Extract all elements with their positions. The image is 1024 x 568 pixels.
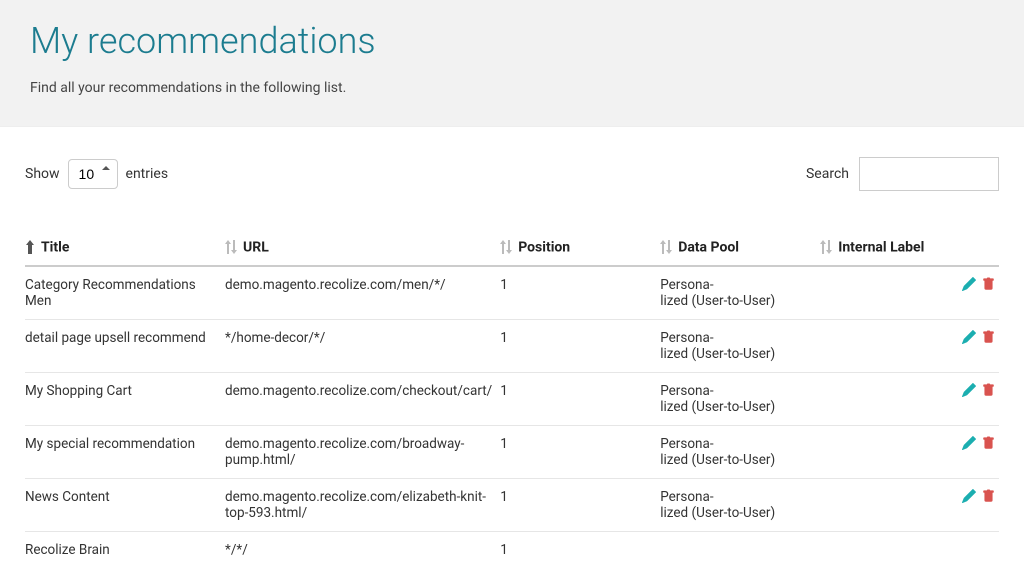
cell-position: 1 [500,479,660,532]
cell-title: My Shopping Cart [25,373,225,426]
search-input[interactable] [859,157,999,191]
entries-label: entries [126,166,169,182]
column-header-internal-label[interactable]: Internal Label [820,231,949,266]
column-header-position[interactable]: Position [500,231,660,266]
cell-url: */home-decor/*/ [225,320,500,373]
cell-title: detail page upsell recommend [25,320,225,373]
cell-internal-label [820,373,949,426]
cell-title: News Content [25,479,225,532]
sort-icon [225,240,237,254]
delete-icon[interactable] [982,436,995,454]
sort-asc-icon [25,240,35,254]
column-header-actions [949,231,999,266]
cell-data-pool: Persona- lized (User-to-User) [660,320,820,373]
sort-icon [820,240,832,254]
edit-icon[interactable] [962,489,976,507]
page-header: My recommendations Find all your recomme… [0,0,1024,127]
column-header-url[interactable]: URL [225,231,500,266]
cell-position: 1 [500,373,660,426]
page-length-control: Show 10 entries [25,159,168,189]
edit-icon[interactable] [962,330,976,348]
show-label: Show [25,166,60,182]
cell-title: My special recommendation [25,426,225,479]
table-row: Category Recommendations Mendemo.magento… [25,266,999,320]
cell-data-pool: Persona- lized (User-to-User) [660,266,820,320]
table-controls: Show 10 entries Search [25,157,999,191]
cell-data-pool [660,532,820,568]
cell-url: demo.magento.recolize.com/checkout/cart/ [225,373,500,426]
search-control: Search [806,157,999,191]
cell-actions [949,373,999,426]
edit-icon[interactable] [962,383,976,401]
column-header-title[interactable]: Title [25,231,225,266]
cell-position: 1 [500,320,660,373]
edit-icon[interactable] [962,277,976,295]
cell-data-pool: Persona- lized (User-to-User) [660,479,820,532]
recommendations-table: Title URL Position Data Pool [25,231,999,568]
cell-position: 1 [500,266,660,320]
cell-position: 1 [500,532,660,568]
cell-position: 1 [500,426,660,479]
delete-icon[interactable] [982,330,995,348]
cell-title: Category Recommendations Men [25,266,225,320]
delete-icon[interactable] [982,489,995,507]
table-row: My Shopping Cartdemo.magento.recolize.co… [25,373,999,426]
cell-internal-label [820,266,949,320]
cell-internal-label [820,479,949,532]
page-length-select[interactable]: 10 [68,159,118,189]
cell-internal-label [820,320,949,373]
cell-internal-label [820,532,949,568]
cell-internal-label [820,426,949,479]
sort-icon [500,240,512,254]
column-header-data-pool[interactable]: Data Pool [660,231,820,266]
cell-actions [949,479,999,532]
table-row: News Contentdemo.magento.recolize.com/el… [25,479,999,532]
cell-actions [949,426,999,479]
cell-url: */*/ [225,532,500,568]
edit-icon[interactable] [962,436,976,454]
cell-actions [949,320,999,373]
page-subtitle: Find all your recommendations in the fol… [30,80,994,96]
table-row: detail page upsell recommend*/home-decor… [25,320,999,373]
cell-actions [949,266,999,320]
cell-data-pool: Persona- lized (User-to-User) [660,373,820,426]
cell-data-pool: Persona- lized (User-to-User) [660,426,820,479]
delete-icon[interactable] [982,383,995,401]
page-title: My recommendations [30,20,994,62]
table-row: My special recommendationdemo.magento.re… [25,426,999,479]
cell-url: demo.magento.recolize.com/broadway-pump.… [225,426,500,479]
cell-title: Recolize Brain [25,532,225,568]
cell-actions [949,532,999,568]
cell-url: demo.magento.recolize.com/elizabeth-knit… [225,479,500,532]
table-row: Recolize Brain*/*/1 [25,532,999,568]
cell-url: demo.magento.recolize.com/men/*/ [225,266,500,320]
delete-icon[interactable] [982,277,995,295]
search-label: Search [806,166,849,182]
sort-icon [660,240,672,254]
